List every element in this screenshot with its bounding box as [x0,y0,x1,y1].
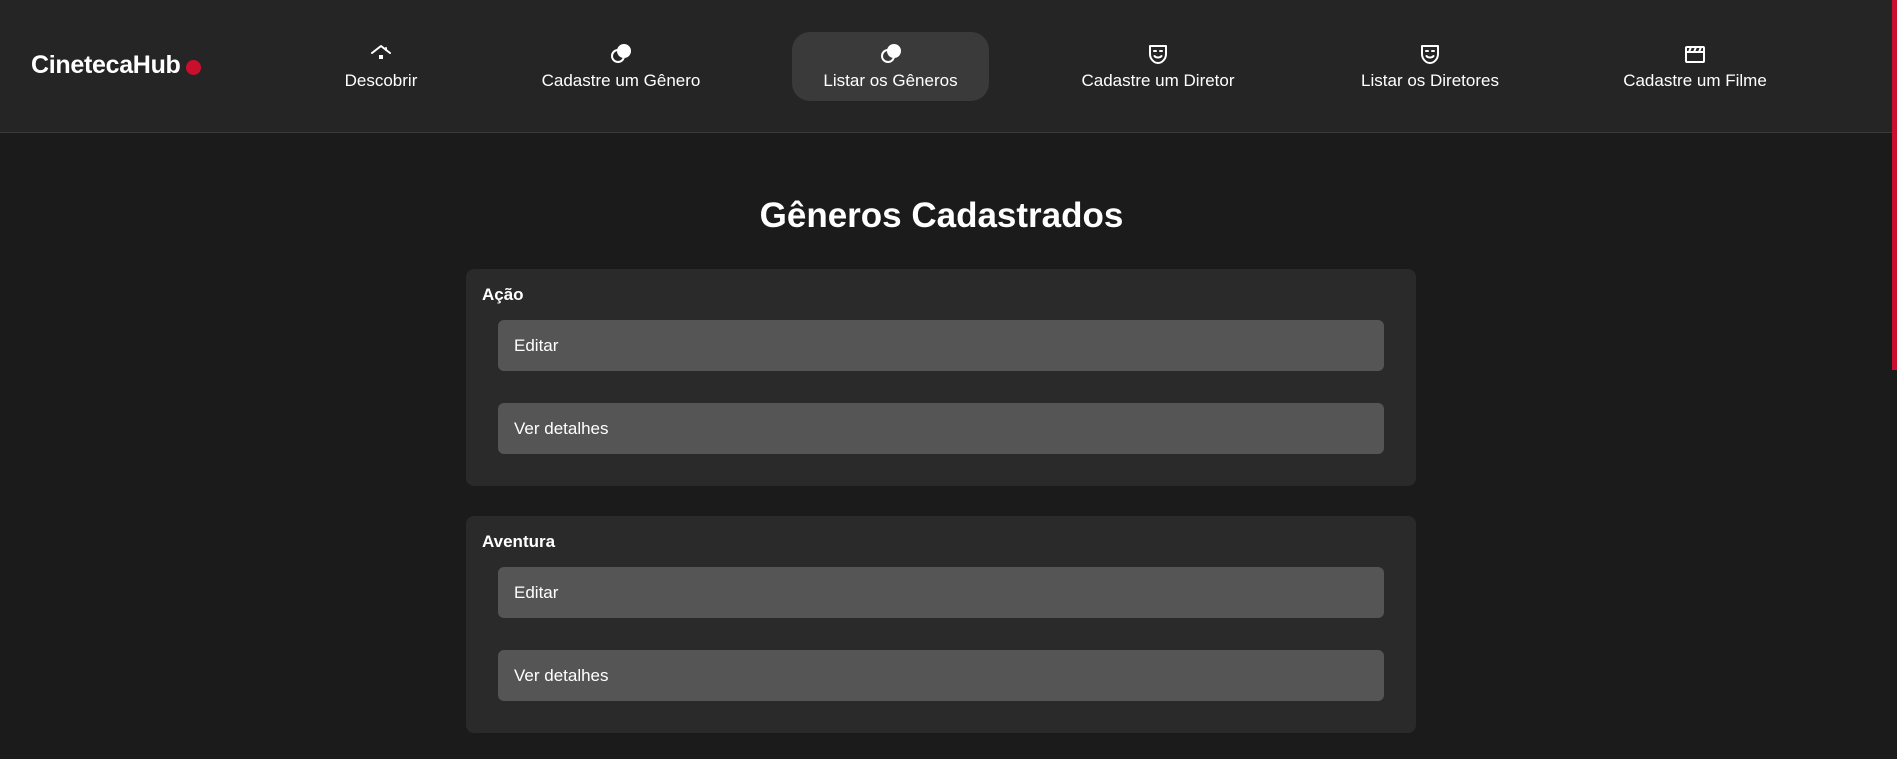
top-navbar: CinetecaHub Descobrir Cadastre um Gênero [0,0,1897,133]
nav-item-cadastre-filme[interactable]: Cadastre um Filme [1612,32,1778,101]
view-details-button[interactable]: Ver detalhes [498,403,1384,454]
nav-item-listar-diretores[interactable]: Listar os Diretores [1352,32,1508,101]
mask-icon [1149,45,1167,64]
nav-label: Listar os Gêneros [823,71,958,90]
nav-label: Cadastre um Filme [1623,71,1767,90]
nav-item-cadastre-genero[interactable]: Cadastre um Gênero [530,32,712,101]
clapperboard-icon [1685,46,1705,63]
page: CinetecaHub Descobrir Cadastre um Gênero [0,0,1897,759]
nav-item-cadastre-diretor[interactable]: Cadastre um Diretor [1072,32,1244,101]
genre-card: Aventura Editar Ver detalhes [466,516,1416,733]
nav-label: Cadastre um Gênero [541,71,701,90]
genre-name: Ação [482,285,524,304]
nav-label: Listar os Diretores [1361,71,1499,90]
genre-name: Aventura [482,532,556,551]
genre-icon [880,44,901,63]
logo-dot-icon [185,60,201,75]
mask-icon [1421,45,1439,64]
nav-item-descobrir[interactable]: Descobrir [328,32,434,101]
nav-label: Cadastre um Diretor [1081,71,1235,90]
logo-text: CinetecaHub [31,51,181,79]
genre-card: Ação Editar Ver detalhes [466,269,1416,486]
edit-button[interactable]: Editar [498,567,1384,618]
nav-label: Descobrir [344,71,418,90]
home-icon [371,45,391,59]
page-title: Gêneros Cadastrados [759,196,1124,235]
view-details-button[interactable]: Ver detalhes [498,650,1384,701]
scrollbar[interactable] [1892,0,1897,370]
logo[interactable]: CinetecaHub [31,51,201,80]
edit-button[interactable]: Editar [498,320,1384,371]
genre-icon [611,44,631,63]
nav-item-listar-generos[interactable]: Listar os Gêneros [792,32,989,101]
